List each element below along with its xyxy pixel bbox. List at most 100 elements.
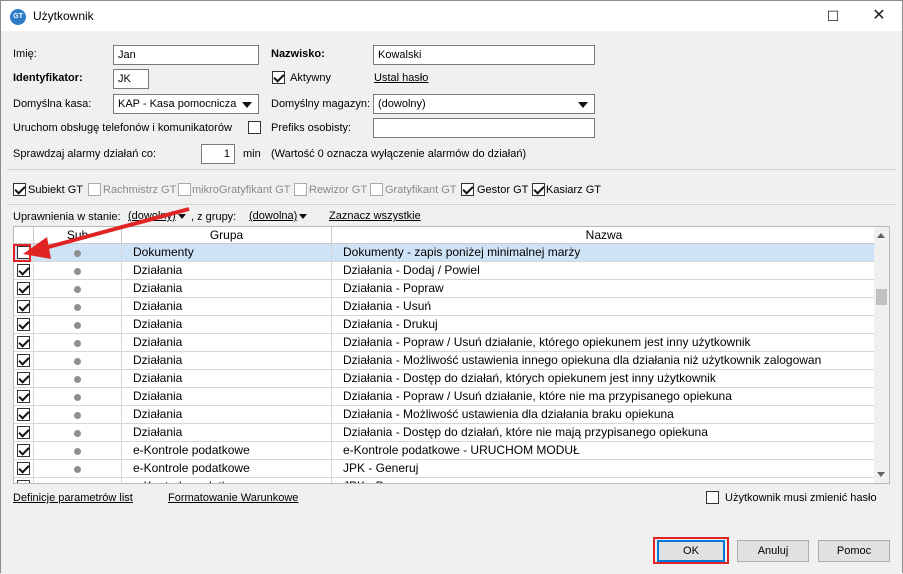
row-grupa-cell: e-Kontrole podatkowe [122, 478, 332, 483]
user-dialog: GT Użytkownik ☐ ✕ Imię: Jan Nazwisko: Ko… [0, 0, 903, 573]
module-label-mikrogratyfikant: mikroGratyfikant GT [192, 184, 291, 196]
pomoc-button[interactable]: Pomoc [818, 540, 890, 562]
header-sub[interactable]: Sub [34, 227, 122, 244]
row-check-cell [14, 334, 34, 352]
aktywny-checkbox[interactable] [272, 71, 285, 84]
header-nazwa[interactable]: Nazwa [332, 227, 876, 244]
row-checkbox[interactable] [17, 408, 30, 421]
bullet-icon [74, 286, 81, 293]
identyfikator-field[interactable]: JK [113, 69, 149, 89]
scroll-down-icon[interactable] [877, 472, 885, 477]
module-checkbox-subiekt[interactable] [13, 183, 26, 196]
row-checkbox[interactable] [17, 480, 30, 483]
formatowanie-link[interactable]: Formatowanie Warunkowe [168, 492, 298, 504]
table-row[interactable]: Dokumenty Dokumenty - zapis poniżej minim… [14, 244, 876, 262]
row-grupa-cell: Działania [122, 388, 332, 406]
vertical-scrollbar[interactable] [874, 227, 889, 483]
magazyn-select[interactable]: (dowolny) [373, 94, 595, 114]
row-checkbox[interactable] [17, 282, 30, 295]
alarmy-field[interactable]: 1 [201, 144, 235, 164]
table-row[interactable]: e-Kontrole podatkowe JPK - Generuj [14, 460, 876, 478]
table-row[interactable]: Działania Działania - Dodaj / Powiel [14, 262, 876, 280]
table-row[interactable]: Działania Działania - Popraw [14, 280, 876, 298]
magazyn-value: (dowolny) [378, 98, 426, 110]
row-nazwa-cell: Działania - Drukuj [343, 317, 438, 331]
grupa-label: , z grupy: [191, 211, 237, 223]
separator [7, 204, 896, 205]
zmien-haslo-checkbox[interactable] [706, 491, 719, 504]
imie-field[interactable]: Jan [113, 45, 259, 65]
row-checkbox[interactable] [17, 300, 30, 313]
alarmy-note: (Wartość 0 oznacza wyłączenie alarmów do… [271, 148, 527, 160]
row-grupa-cell: e-Kontrole podatkowe [122, 442, 332, 460]
bullet-icon [74, 466, 81, 473]
module-checkbox-gratyfikant[interactable] [370, 183, 383, 196]
prefiks-field[interactable] [373, 118, 595, 138]
row-checkbox[interactable] [17, 318, 30, 331]
title-bar: GT Użytkownik ☐ ✕ [1, 1, 902, 31]
ok-annotation-box [653, 537, 729, 564]
permissions-table: Sub Grupa Nazwa Dokumenty Dokumenty - zap… [13, 226, 890, 484]
maximize-button[interactable]: ☐ [810, 1, 856, 31]
nazwisko-field[interactable]: Kowalski [373, 45, 595, 65]
window-title: Użytkownik [33, 9, 94, 23]
stan-dropdown[interactable]: (dowolny) [128, 210, 176, 222]
row-sub-cell [34, 262, 122, 280]
scroll-thumb[interactable] [876, 289, 887, 305]
row-sub-cell [34, 334, 122, 352]
definicje-link[interactable]: Definicje parametrów list [13, 492, 133, 504]
chevron-down-icon [178, 214, 186, 219]
row-checkbox[interactable] [17, 264, 30, 277]
module-checkbox-kasiarz[interactable] [532, 183, 545, 196]
table-row[interactable]: Działania Działania - Dostęp do działań, … [14, 370, 876, 388]
row-check-cell [14, 478, 34, 483]
row-grupa-cell: Działania [122, 316, 332, 334]
row-check-cell [14, 280, 34, 298]
row-check-cell [14, 244, 34, 262]
module-checkbox-mikrogratyfikant[interactable] [178, 183, 191, 196]
zaznacz-wszystkie-link[interactable]: Zaznacz wszystkie [329, 210, 421, 222]
kasa-label: Domyślna kasa: [13, 98, 92, 110]
row-checkbox[interactable] [17, 444, 30, 457]
table-row[interactable]: Działania Działania - Usuń [14, 298, 876, 316]
table-row[interactable]: e-Kontrole podatkowe e-Kontrole podatkowe… [14, 442, 876, 460]
table-row[interactable]: Działania Działania - Możliwość ustawieni… [14, 352, 876, 370]
row-grupa-cell: Dokumenty [122, 244, 332, 262]
row-check-cell [14, 370, 34, 388]
row-nazwa-cell: JPK - Generuj [343, 461, 419, 475]
module-label-rachmistrz: Rachmistrz GT [103, 184, 177, 196]
row-checkbox[interactable] [17, 354, 30, 367]
table-row[interactable]: Działania Działania - Drukuj [14, 316, 876, 334]
module-checkbox-gestor[interactable] [461, 183, 474, 196]
row-check-cell [14, 406, 34, 424]
chevron-down-icon [578, 102, 588, 108]
table-row[interactable]: Działania Działania - Dostęp do działań, … [14, 424, 876, 442]
table-row[interactable]: Działania Działania - Popraw / Usuń dział… [14, 334, 876, 352]
row-check-cell [14, 352, 34, 370]
telefony-checkbox[interactable] [248, 121, 261, 134]
row-checkbox[interactable] [17, 390, 30, 403]
bullet-icon [74, 412, 81, 419]
anuluj-button[interactable]: Anuluj [737, 540, 809, 562]
table-row[interactable]: e-Kontrole podatkoweJPK - Przeg [14, 478, 876, 483]
kasa-select[interactable]: KAP - Kasa pomocnicza [113, 94, 259, 114]
module-checkbox-rachmistrz[interactable] [88, 183, 101, 196]
row-nazwa-cell: e-Kontrole podatkowe - URUCHOM MODUŁ [343, 443, 580, 457]
row-nazwa-cell: Działania - Dostęp do działań, które nie… [343, 425, 708, 439]
row-checkbox[interactable] [17, 426, 30, 439]
header-grupa[interactable]: Grupa [122, 227, 332, 244]
module-label-gratyfikant: Gratyfikant GT [385, 184, 457, 196]
row-checkbox[interactable] [17, 462, 30, 475]
table-row[interactable]: Działania Działania - Popraw / Usuń dział… [14, 388, 876, 406]
table-row[interactable]: Działania Działania - Możliwość ustawieni… [14, 406, 876, 424]
row-nazwa-cell: Działania - Popraw [343, 281, 444, 295]
scroll-up-icon[interactable] [877, 233, 885, 238]
row-checkbox[interactable] [17, 372, 30, 385]
module-checkbox-rewizor[interactable] [294, 183, 307, 196]
ustal-haslo-link[interactable]: Ustal hasło [374, 72, 428, 84]
grupa-dropdown[interactable]: (dowolna) [249, 210, 297, 222]
close-button[interactable]: ✕ [856, 1, 902, 31]
row-sub-cell [34, 424, 122, 442]
row-checkbox[interactable] [17, 246, 30, 259]
row-checkbox[interactable] [17, 336, 30, 349]
